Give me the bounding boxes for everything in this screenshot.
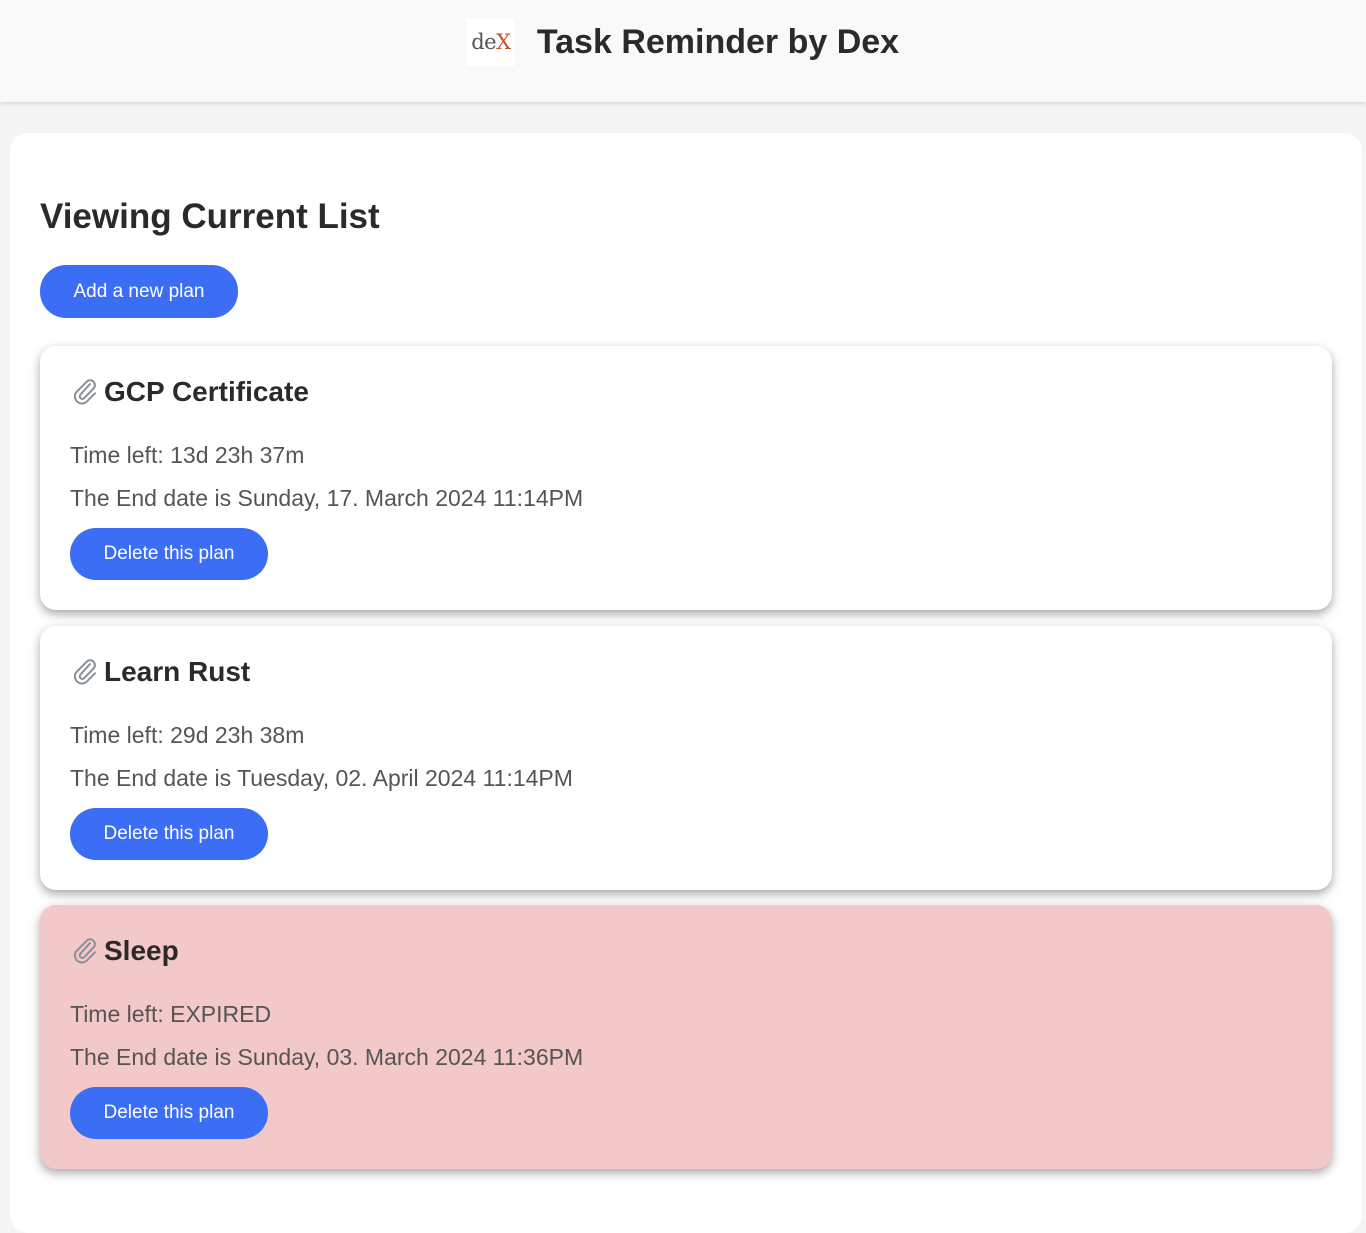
time-left-text: Time left: 29d 23h 38m [70,722,305,748]
paperclip-icon [74,938,96,964]
plan-name: GCP Certificate [104,376,309,407]
logo-text-part1: de [471,30,497,54]
app-header: de X Task Reminder by Dex [0,0,1366,102]
end-date-text: The End date is Tuesday, 02. April 2024 … [70,765,573,791]
plan-title: GCP Certificate [70,376,309,408]
plan-title: Learn Rust [70,656,250,688]
dex-logo: de X [466,18,515,66]
delete-plan-button[interactable]: Delete this plan [70,808,268,860]
plan-name: Learn Rust [104,656,251,687]
logo-text-part2: X [496,30,511,54]
paperclip-icon [74,379,96,405]
time-left-text: Time left: 13d 23h 37m [70,442,305,468]
add-plan-button[interactable]: Add a new plan [40,265,238,318]
app-title: Task Reminder by Dex [536,22,900,61]
plan-title: Sleep [70,935,179,967]
end-date-text: The End date is Sunday, 17. March 2024 1… [70,485,584,511]
paperclip-icon [74,659,96,685]
plan-name: Sleep [104,935,179,966]
end-date-text: The End date is Sunday, 03. March 2024 1… [70,1044,584,1070]
main-panel: Viewing Current List Add a new plan GCP … [10,133,1362,1233]
time-left-text: Time left: EXPIRED [70,1001,272,1027]
plan-card: Learn Rust Time left: 29d 23h 38m The En… [40,626,1332,890]
delete-plan-button[interactable]: Delete this plan [70,1087,268,1139]
delete-plan-button[interactable]: Delete this plan [70,528,268,580]
plan-card-expired: Sleep Time left: EXPIRED The End date is… [40,905,1332,1169]
plan-card: GCP Certificate Time left: 13d 23h 37m T… [40,346,1332,610]
page-title: Viewing Current List [40,197,380,236]
